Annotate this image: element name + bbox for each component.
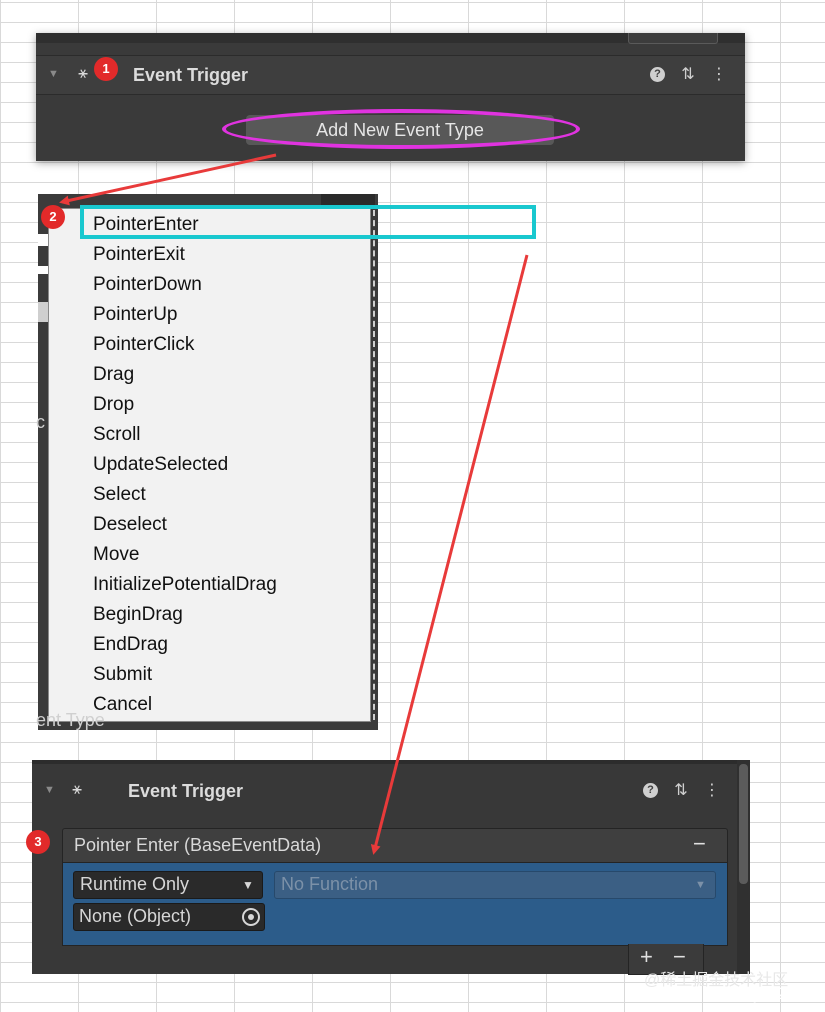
arrow-add-to-menu bbox=[59, 153, 277, 206]
arrow-menu-to-event bbox=[370, 254, 529, 855]
watermark-author: CSDN @dzj2021 bbox=[666, 984, 796, 1003]
annotation-arrows bbox=[59, 153, 529, 855]
